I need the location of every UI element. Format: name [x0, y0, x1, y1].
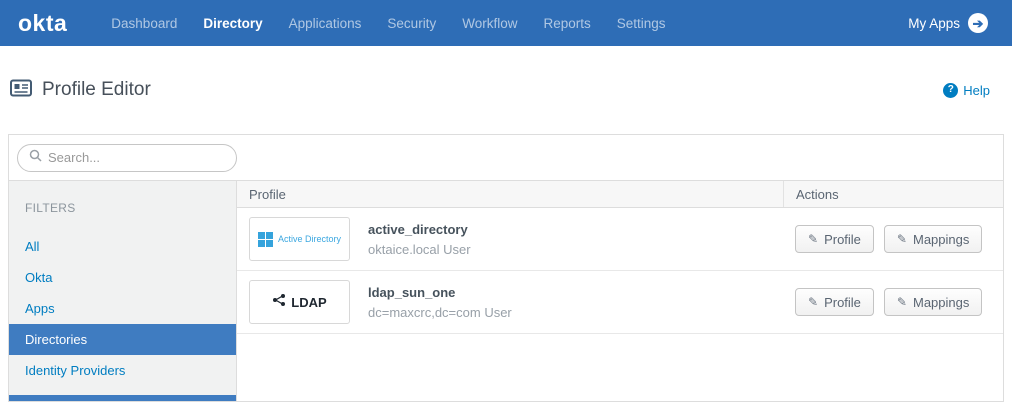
filters-heading: FILTERS [9, 181, 236, 231]
nav-workflow[interactable]: Workflow [462, 16, 517, 31]
search-icon [29, 149, 42, 167]
row-actions: ✎ Profile ✎ Mappings [783, 225, 1003, 253]
row-name-block: active_directory oktaice.local User [368, 222, 471, 257]
profile-button-label: Profile [824, 295, 861, 310]
top-navbar: okta Dashboard Directory Applications Se… [0, 0, 1012, 46]
help-icon: ? [943, 83, 958, 98]
pencil-icon: ✎ [897, 295, 907, 309]
profile-name: ldap_sun_one [368, 285, 512, 300]
partially-visible-selected-item [9, 395, 236, 401]
profile-button[interactable]: ✎ Profile [795, 225, 874, 253]
mappings-button[interactable]: ✎ Mappings [884, 225, 982, 253]
row-name-block: ldap_sun_one dc=maxcrc,dc=com User [368, 285, 512, 320]
profile-editor-panel: FILTERS All Okta Apps Directories Identi… [8, 134, 1004, 402]
profile-editor-icon [10, 79, 32, 102]
profile-button[interactable]: ✎ Profile [795, 288, 874, 316]
table-row: Active Directory active_directory oktaic… [237, 208, 1003, 271]
table-row: LDAP ldap_sun_one dc=maxcrc,dc=com User … [237, 271, 1003, 334]
mappings-button[interactable]: ✎ Mappings [884, 288, 982, 316]
row-actions: ✎ Profile ✎ Mappings [783, 288, 1003, 316]
main-nav: Dashboard Directory Applications Securit… [111, 16, 665, 31]
profiles-table: Profile Actions Active Directory active_… [237, 181, 1003, 401]
column-header-profile: Profile [237, 181, 783, 207]
help-label: Help [963, 83, 990, 98]
nav-applications[interactable]: Applications [289, 16, 362, 31]
ldap-network-icon [272, 293, 286, 312]
table-header: Profile Actions [237, 181, 1003, 208]
filters-sidebar: FILTERS All Okta Apps Directories Identi… [9, 181, 237, 401]
mappings-button-label: Mappings [913, 232, 969, 247]
my-apps-label: My Apps [908, 16, 960, 31]
ldap-logo: LDAP [249, 280, 350, 324]
profile-name: active_directory [368, 222, 471, 237]
windows-icon [258, 232, 273, 247]
active-directory-logo: Active Directory [249, 217, 350, 261]
nav-reports[interactable]: Reports [543, 16, 590, 31]
row-main: Active Directory active_directory oktaic… [237, 217, 783, 261]
my-apps-link[interactable]: My Apps ➔ [908, 13, 988, 33]
column-header-actions: Actions [783, 181, 1003, 207]
help-link[interactable]: ? Help [943, 83, 990, 98]
mappings-button-label: Mappings [913, 295, 969, 310]
ldap-logo-label: LDAP [291, 295, 326, 310]
page-header: Profile Editor ? Help [0, 46, 1012, 134]
search-input[interactable] [48, 150, 225, 165]
filter-directories[interactable]: Directories [9, 324, 236, 355]
nav-settings[interactable]: Settings [617, 16, 666, 31]
title-wrap: Profile Editor [10, 79, 151, 102]
page-title: Profile Editor [42, 79, 151, 101]
arrow-right-icon: ➔ [968, 13, 988, 33]
profile-button-label: Profile [824, 232, 861, 247]
nav-directory[interactable]: Directory [203, 16, 262, 31]
nav-security[interactable]: Security [387, 16, 436, 31]
row-main: LDAP ldap_sun_one dc=maxcrc,dc=com User [237, 280, 783, 324]
search-row [9, 135, 1003, 181]
profile-subtitle: oktaice.local User [368, 242, 471, 257]
filter-okta[interactable]: Okta [9, 262, 236, 293]
pencil-icon: ✎ [808, 295, 818, 309]
okta-logo[interactable]: okta [18, 10, 67, 37]
filter-all[interactable]: All [9, 231, 236, 262]
pencil-icon: ✎ [808, 232, 818, 246]
panel-content: FILTERS All Okta Apps Directories Identi… [9, 181, 1003, 401]
profile-subtitle: dc=maxcrc,dc=com User [368, 305, 512, 320]
search-box[interactable] [17, 144, 237, 172]
active-directory-logo-label: Active Directory [278, 234, 341, 244]
pencil-icon: ✎ [897, 232, 907, 246]
filter-identity-providers[interactable]: Identity Providers [9, 355, 236, 386]
filter-apps[interactable]: Apps [9, 293, 236, 324]
nav-dashboard[interactable]: Dashboard [111, 16, 177, 31]
